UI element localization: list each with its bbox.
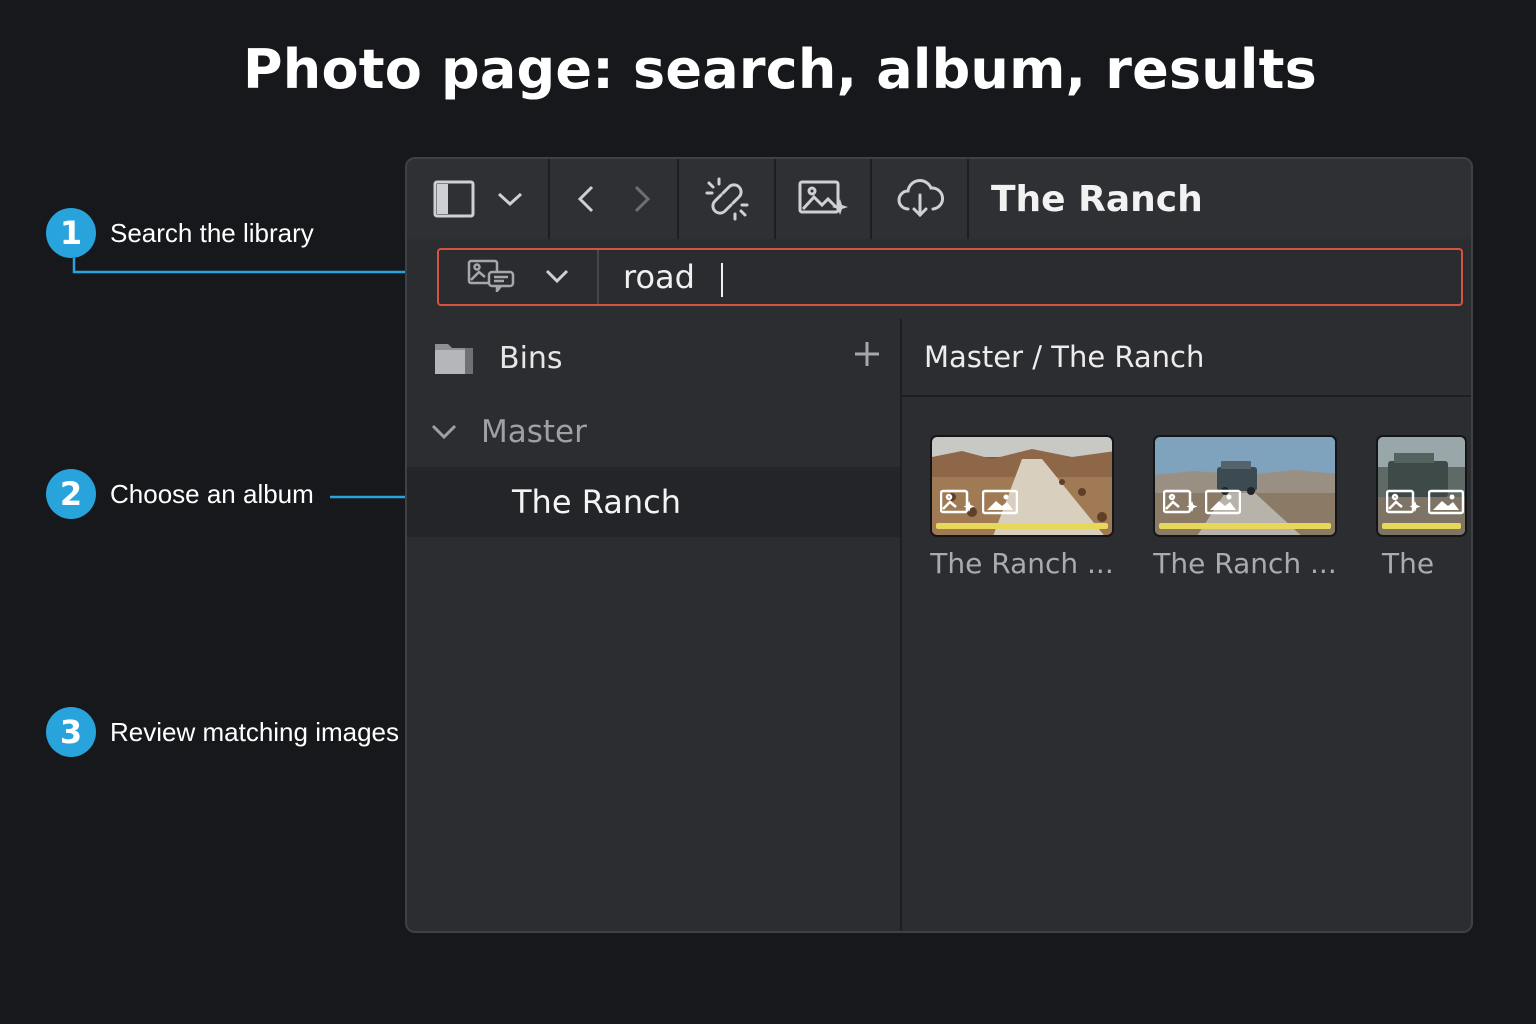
callout-results: 3 Review matching images bbox=[46, 707, 399, 757]
bins-label: Bins bbox=[499, 340, 563, 376]
thumbnail-card[interactable]: The bbox=[1376, 435, 1467, 580]
thumbnail-card[interactable]: The Ranch ... bbox=[930, 435, 1114, 580]
callout-number: 1 bbox=[46, 208, 96, 258]
sidebar-item-label: Master bbox=[481, 414, 587, 450]
search-box bbox=[437, 248, 1463, 306]
sidebar-toggle-icon[interactable] bbox=[433, 180, 475, 218]
folder-icon bbox=[433, 340, 475, 376]
chevron-down-icon bbox=[545, 268, 569, 287]
thumbnail-status-bar bbox=[936, 523, 1108, 529]
thumbnail-badges bbox=[939, 489, 1019, 519]
callout-text: Search the library bbox=[110, 217, 314, 248]
ai-image-badge-icon bbox=[939, 489, 976, 519]
bins-header: Bins bbox=[407, 319, 900, 397]
photo-page-window: The Ranch Bins bbox=[405, 157, 1473, 933]
thumbnail-status-bar bbox=[1382, 523, 1461, 529]
thumbnail-badges bbox=[1385, 489, 1465, 519]
cloud-download-icon bbox=[896, 179, 944, 219]
unlink-icon bbox=[703, 177, 751, 221]
image-badge-icon bbox=[1427, 489, 1465, 519]
chevron-down-icon[interactable] bbox=[431, 424, 457, 440]
thumbnail-card[interactable]: The Ranch ... bbox=[1153, 435, 1337, 580]
thumbnail-label: The bbox=[1382, 547, 1435, 580]
cloud-download-button[interactable] bbox=[872, 159, 969, 239]
chevron-down-icon[interactable] bbox=[497, 191, 523, 207]
image-generate-button[interactable] bbox=[776, 159, 872, 239]
image-sparkle-icon bbox=[798, 179, 848, 219]
thumbnail-image[interactable] bbox=[1153, 435, 1337, 537]
text-cursor bbox=[721, 263, 723, 297]
thumbnail-image[interactable] bbox=[930, 435, 1114, 537]
ai-image-badge-icon bbox=[1162, 489, 1199, 519]
thumbnail-label: The Ranch ... bbox=[930, 547, 1114, 580]
page-title: Photo page: search, album, results bbox=[243, 38, 1317, 101]
thumbnail-badges bbox=[1162, 489, 1242, 519]
callout-text: Choose an album bbox=[110, 478, 314, 509]
ai-image-badge-icon bbox=[1385, 489, 1422, 519]
thumbnail-status-bar bbox=[1159, 523, 1331, 529]
thumbnail-label: The Ranch ... bbox=[1153, 547, 1337, 580]
callout-number: 3 bbox=[46, 707, 96, 757]
forward-arrow-icon[interactable] bbox=[634, 185, 650, 213]
search-bar bbox=[407, 239, 1471, 321]
search-mode-dropdown[interactable] bbox=[439, 250, 599, 304]
sidebar-item-label: The Ranch bbox=[512, 483, 681, 521]
callout-album: 2 Choose an album bbox=[46, 469, 314, 519]
back-arrow-icon[interactable] bbox=[577, 185, 594, 213]
thumbnail-image[interactable] bbox=[1376, 435, 1467, 537]
image-badge-icon bbox=[1204, 489, 1242, 519]
sidebar-item-master[interactable]: Master bbox=[407, 397, 900, 467]
callout-search: 1 Search the library bbox=[46, 208, 314, 258]
image-badge-icon bbox=[981, 489, 1019, 519]
sidebar-toggle-group bbox=[407, 159, 550, 239]
breadcrumb: Master / The Ranch bbox=[902, 319, 1471, 397]
caption-search-icon bbox=[467, 258, 515, 296]
callout-number: 2 bbox=[46, 469, 96, 519]
callout-text: Review matching images bbox=[110, 716, 400, 747]
results-panel: Master / The Ranch The Ranch ... The Ran… bbox=[902, 319, 1471, 931]
album-title: The Ranch bbox=[991, 178, 1203, 220]
navigation-group bbox=[550, 159, 679, 239]
unlink-button[interactable] bbox=[679, 159, 776, 239]
toolbar: The Ranch bbox=[407, 159, 1471, 241]
sidebar-item-the-ranch[interactable]: The Ranch bbox=[407, 467, 900, 537]
search-input[interactable] bbox=[599, 249, 1461, 305]
bins-panel: Bins Master The Ranch bbox=[407, 319, 902, 931]
add-bin-icon[interactable] bbox=[854, 341, 880, 371]
